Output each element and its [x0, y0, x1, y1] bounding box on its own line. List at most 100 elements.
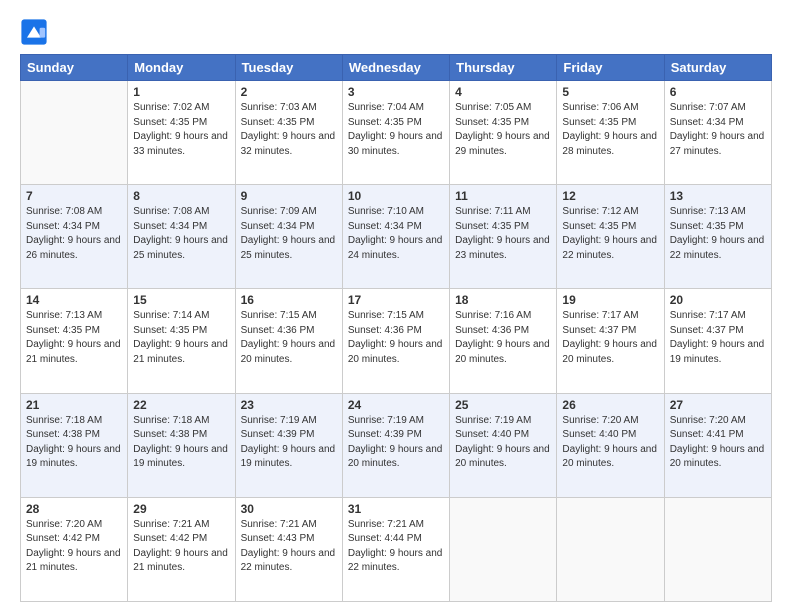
day-number: 20 [670, 293, 766, 307]
calendar-week-row: 14 Sunrise: 7:13 AMSunset: 4:35 PMDayligh… [21, 289, 772, 393]
day-number: 25 [455, 398, 551, 412]
calendar-cell [557, 497, 664, 601]
day-detail: Sunrise: 7:18 AMSunset: 4:38 PMDaylight:… [133, 414, 229, 472]
calendar-cell: 7 Sunrise: 7:08 AMSunset: 4:34 PMDaylight… [21, 185, 128, 289]
day-number: 23 [241, 398, 337, 412]
day-number: 24 [348, 398, 444, 412]
day-number: 4 [455, 85, 551, 99]
calendar-cell: 8Sunrise: 7:08 AMSunset: 4:34 PMDaylight… [128, 185, 235, 289]
day-detail: Sunrise: 7:11 AMSunset: 4:35 PMDaylight:… [455, 205, 551, 263]
calendar-cell: 18 Sunrise: 7:16 AMSunset: 4:36 PMDayligh… [450, 289, 557, 393]
day-detail: Sunrise: 7:13 AMSunset: 4:35 PMDaylight:… [26, 309, 122, 367]
logo [20, 18, 52, 46]
calendar-week-row: 28Sunrise: 7:20 AMSunset: 4:42 PMDayligh… [21, 497, 772, 601]
weekday-header-row: SundayMondayTuesdayWednesdayThursdayFrid… [21, 55, 772, 81]
weekday-header-friday: Friday [557, 55, 664, 81]
calendar-cell: 1 Sunrise: 7:02 AMSunset: 4:35 PMDaylight… [128, 81, 235, 185]
calendar-cell: 23 Sunrise: 7:19 AMSunset: 4:39 PMDayligh… [235, 393, 342, 497]
weekday-header-monday: Monday [128, 55, 235, 81]
calendar-cell: 20 Sunrise: 7:17 AMSunset: 4:37 PMDayligh… [664, 289, 771, 393]
calendar-cell: 24 Sunrise: 7:19 AMSunset: 4:39 PMDayligh… [342, 393, 449, 497]
calendar-cell: 11 Sunrise: 7:11 AMSunset: 4:35 PMDayligh… [450, 185, 557, 289]
calendar-cell: 6 Sunrise: 7:07 AMSunset: 4:34 PMDaylight… [664, 81, 771, 185]
calendar-cell: 26 Sunrise: 7:20 AMSunset: 4:40 PMDayligh… [557, 393, 664, 497]
day-detail: Sunrise: 7:20 AMSunset: 4:40 PMDaylight:… [562, 414, 658, 472]
header [20, 18, 772, 46]
day-number: 1 [133, 85, 229, 99]
day-detail: Sunrise: 7:08 AMSunset: 4:34 PMDaylight:… [133, 205, 229, 263]
calendar-cell [450, 497, 557, 601]
calendar-cell: 4 Sunrise: 7:05 AMSunset: 4:35 PMDaylight… [450, 81, 557, 185]
calendar-cell: 17 Sunrise: 7:15 AMSunset: 4:36 PMDayligh… [342, 289, 449, 393]
day-number: 27 [670, 398, 766, 412]
day-number: 9 [241, 189, 337, 203]
day-detail: Sunrise: 7:15 AMSunset: 4:36 PMDaylight:… [348, 309, 444, 367]
calendar-week-row: 7 Sunrise: 7:08 AMSunset: 4:34 PMDaylight… [21, 185, 772, 289]
calendar-cell: 5Sunrise: 7:06 AMSunset: 4:35 PMDaylight… [557, 81, 664, 185]
day-detail: Sunrise: 7:04 AMSunset: 4:35 PMDaylight:… [348, 101, 444, 159]
day-detail: Sunrise: 7:17 AMSunset: 4:37 PMDaylight:… [670, 309, 766, 367]
day-detail: Sunrise: 7:15 AMSunset: 4:36 PMDaylight:… [241, 309, 337, 367]
day-number: 18 [455, 293, 551, 307]
calendar-cell: 25 Sunrise: 7:19 AMSunset: 4:40 PMDayligh… [450, 393, 557, 497]
calendar-cell: 22 Sunrise: 7:18 AMSunset: 4:38 PMDayligh… [128, 393, 235, 497]
page: SundayMondayTuesdayWednesdayThursdayFrid… [0, 0, 792, 612]
day-detail: Sunrise: 7:05 AMSunset: 4:35 PMDaylight:… [455, 101, 551, 159]
day-number: 15 [133, 293, 229, 307]
day-number: 10 [348, 189, 444, 203]
calendar-cell: 12Sunrise: 7:12 AMSunset: 4:35 PMDayligh… [557, 185, 664, 289]
day-detail: Sunrise: 7:17 AMSunset: 4:37 PMDaylight:… [562, 309, 658, 367]
weekday-header-thursday: Thursday [450, 55, 557, 81]
weekday-header-saturday: Saturday [664, 55, 771, 81]
day-detail: Sunrise: 7:08 AMSunset: 4:34 PMDaylight:… [26, 205, 122, 263]
calendar-week-row: 1 Sunrise: 7:02 AMSunset: 4:35 PMDaylight… [21, 81, 772, 185]
day-number: 11 [455, 189, 551, 203]
calendar-cell: 29Sunrise: 7:21 AMSunset: 4:42 PMDayligh… [128, 497, 235, 601]
day-detail: Sunrise: 7:19 AMSunset: 4:40 PMDaylight:… [455, 414, 551, 472]
calendar-cell: 2 Sunrise: 7:03 AMSunset: 4:35 PMDaylight… [235, 81, 342, 185]
calendar-cell [664, 497, 771, 601]
weekday-header-sunday: Sunday [21, 55, 128, 81]
day-detail: Sunrise: 7:02 AMSunset: 4:35 PMDaylight:… [133, 101, 229, 159]
day-number: 31 [348, 502, 444, 516]
day-number: 30 [241, 502, 337, 516]
day-number: 14 [26, 293, 122, 307]
weekday-header-wednesday: Wednesday [342, 55, 449, 81]
day-detail: Sunrise: 7:12 AMSunset: 4:35 PMDaylight:… [562, 205, 658, 263]
calendar-cell: 30Sunrise: 7:21 AMSunset: 4:43 PMDayligh… [235, 497, 342, 601]
day-detail: Sunrise: 7:19 AMSunset: 4:39 PMDaylight:… [348, 414, 444, 472]
day-number: 28 [26, 502, 122, 516]
calendar-cell: 27 Sunrise: 7:20 AMSunset: 4:41 PMDayligh… [664, 393, 771, 497]
calendar-cell: 19 Sunrise: 7:17 AMSunset: 4:37 PMDayligh… [557, 289, 664, 393]
day-detail: Sunrise: 7:07 AMSunset: 4:34 PMDaylight:… [670, 101, 766, 159]
day-detail: Sunrise: 7:16 AMSunset: 4:36 PMDaylight:… [455, 309, 551, 367]
day-detail: Sunrise: 7:20 AMSunset: 4:41 PMDaylight:… [670, 414, 766, 472]
day-number: 6 [670, 85, 766, 99]
day-number: 13 [670, 189, 766, 203]
day-detail: Sunrise: 7:06 AMSunset: 4:35 PMDaylight:… [562, 101, 658, 159]
day-number: 29 [133, 502, 229, 516]
calendar-cell: 3Sunrise: 7:04 AMSunset: 4:35 PMDaylight… [342, 81, 449, 185]
calendar-week-row: 21 Sunrise: 7:18 AMSunset: 4:38 PMDayligh… [21, 393, 772, 497]
day-detail: Sunrise: 7:18 AMSunset: 4:38 PMDaylight:… [26, 414, 122, 472]
weekday-header-tuesday: Tuesday [235, 55, 342, 81]
calendar-cell [21, 81, 128, 185]
logo-icon [20, 18, 48, 46]
day-detail: Sunrise: 7:21 AMSunset: 4:44 PMDaylight:… [348, 518, 444, 576]
day-number: 2 [241, 85, 337, 99]
calendar-cell: 28Sunrise: 7:20 AMSunset: 4:42 PMDayligh… [21, 497, 128, 601]
day-number: 21 [26, 398, 122, 412]
day-number: 19 [562, 293, 658, 307]
day-number: 26 [562, 398, 658, 412]
calendar-cell: 15Sunrise: 7:14 AMSunset: 4:35 PMDayligh… [128, 289, 235, 393]
calendar-cell: 10 Sunrise: 7:10 AMSunset: 4:34 PMDayligh… [342, 185, 449, 289]
day-detail: Sunrise: 7:03 AMSunset: 4:35 PMDaylight:… [241, 101, 337, 159]
day-number: 17 [348, 293, 444, 307]
day-number: 22 [133, 398, 229, 412]
day-detail: Sunrise: 7:19 AMSunset: 4:39 PMDaylight:… [241, 414, 337, 472]
day-detail: Sunrise: 7:10 AMSunset: 4:34 PMDaylight:… [348, 205, 444, 263]
calendar-cell: 31 Sunrise: 7:21 AMSunset: 4:44 PMDayligh… [342, 497, 449, 601]
day-detail: Sunrise: 7:13 AMSunset: 4:35 PMDaylight:… [670, 205, 766, 263]
calendar-cell: 14 Sunrise: 7:13 AMSunset: 4:35 PMDayligh… [21, 289, 128, 393]
day-number: 7 [26, 189, 122, 203]
